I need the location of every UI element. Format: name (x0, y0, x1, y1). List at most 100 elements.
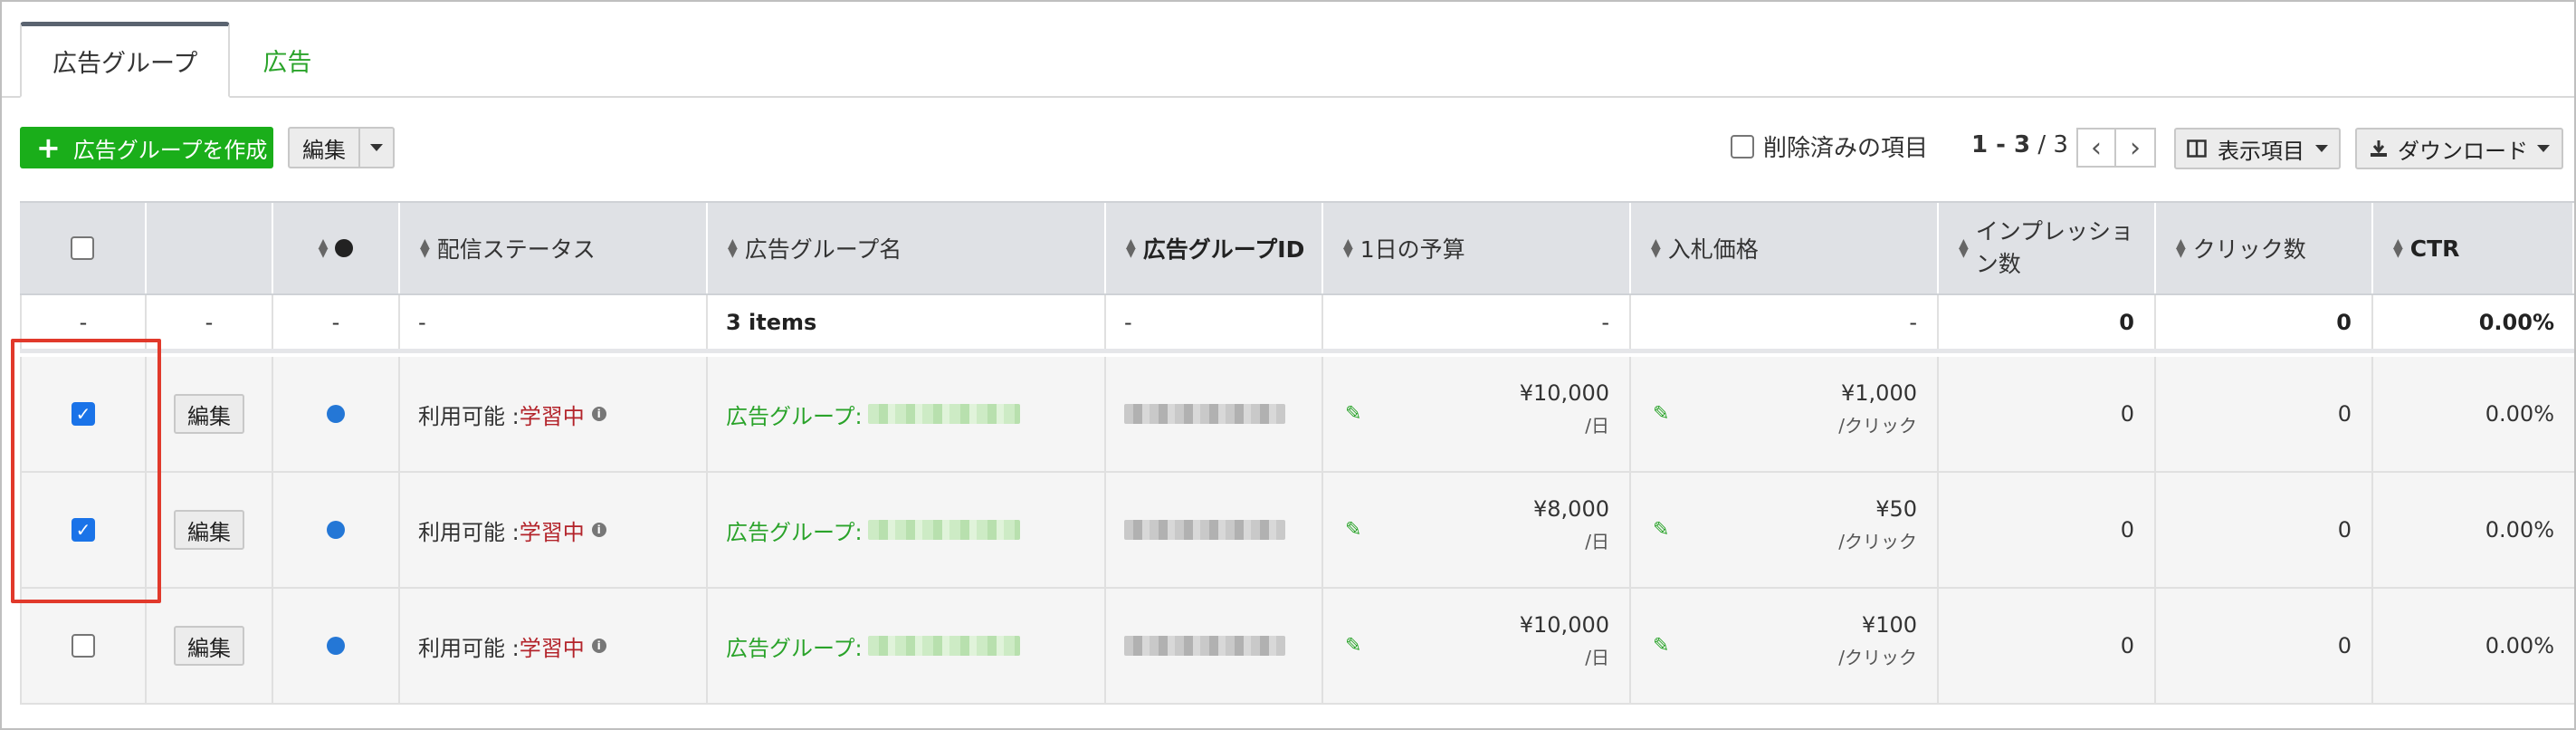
row-ad-group-id (1106, 589, 1323, 703)
pagination-summary: 1 - 3 / 3 (1971, 131, 2068, 158)
summary-cell: - (1631, 295, 1939, 349)
bulk-edit-button-group: 編集 (288, 127, 395, 168)
sort-icon: ▲ ▼ (1126, 236, 1136, 260)
columns-button[interactable]: 表示項目 (2174, 128, 2341, 169)
pagination-range: 1 - 3 (1971, 131, 2031, 158)
header-clicks[interactable]: ▲ ▼ クリック数 (2156, 203, 2373, 293)
status-dot-icon (327, 637, 345, 655)
show-deleted-toggle[interactable]: 削除済みの項目 (1731, 130, 1928, 163)
header-ad-group-id[interactable]: ▲ ▼ 広告グループID (1106, 203, 1323, 293)
summary-cell: - (20, 295, 147, 349)
prev-page-button[interactable]: ‹ (2076, 128, 2116, 168)
select-all-checkbox[interactable] (71, 236, 94, 260)
summary-item-count: 3 items (708, 295, 1106, 349)
app-frame: 広告グループ 広告 + 広告グループを作成 編集 削除済みの項目 1 - 3 /… (0, 0, 2576, 730)
next-page-button[interactable]: › (2116, 128, 2156, 168)
chevron-left-icon: ‹ (2091, 131, 2102, 164)
show-deleted-label: 削除済みの項目 (1763, 135, 1929, 162)
sort-icon: ▲ ▼ (318, 236, 329, 260)
ad-group-name-link[interactable]: 広告グループ: (726, 514, 863, 546)
row-select: ✓ (20, 357, 147, 471)
budget-value: ¥8,000 (1533, 496, 1609, 522)
row-checkbox-checked[interactable]: ✓ (72, 402, 95, 426)
header-delivery-status-label: 配信ステータス (436, 236, 596, 263)
download-button[interactable]: ダウンロード (2355, 128, 2563, 169)
chevron-right-icon: › (2130, 131, 2141, 164)
bulk-edit-button[interactable]: 編集 (288, 127, 360, 168)
row-ad-group-id (1106, 357, 1323, 471)
row-status-dot (273, 589, 400, 703)
header-status-dot[interactable]: ▲ ▼ (273, 203, 400, 293)
header-daily-budget[interactable]: ▲ ▼ 1日の予算 (1323, 203, 1631, 293)
budget-unit: /日 (1585, 415, 1609, 437)
ad-group-name-link[interactable]: 広告グループ: (726, 399, 863, 430)
bid-value: ¥1,000 (1841, 380, 1917, 406)
status-learning: 学習中 (519, 519, 585, 545)
ad-group-name-link[interactable]: 広告グループ: (726, 630, 863, 662)
row-edit-button[interactable]: 編集 (174, 626, 244, 666)
check-icon: ✓ (75, 519, 91, 541)
budget-value: ¥10,000 (1519, 380, 1609, 406)
show-deleted-checkbox[interactable] (1731, 134, 1754, 158)
row-impressions: 0 (1939, 473, 2156, 587)
header-bid-price[interactable]: ▲ ▼ 入札価格 (1631, 203, 1939, 293)
row-ctr: 0.00% (2485, 517, 2554, 543)
info-icon[interactable]: i (591, 523, 606, 537)
tab-ad-groups[interactable]: 広告グループ (20, 22, 231, 98)
info-icon[interactable]: i (591, 407, 606, 421)
pencil-icon[interactable]: ✎ (1653, 519, 1669, 542)
row-daily-budget: ✎ ¥10,000/日 (1323, 357, 1631, 471)
row-ad-group-name: 広告グループ: (708, 473, 1106, 587)
row-select (20, 589, 147, 703)
header-ad-group-name[interactable]: ▲ ▼ 広告グループ名 (708, 203, 1106, 293)
row-checkbox[interactable] (72, 634, 95, 658)
table-header-row: ▲ ▼ ▲ ▼ 配信ステータス ▲ ▼ 広告グループ名 ▲ ▼ 広告グループID ▲ ▼ … (20, 201, 2574, 295)
row-bid-price: ✎ ¥100/クリック (1631, 589, 1939, 703)
pagination-separator: / (2030, 131, 2054, 158)
status-dot-icon (327, 521, 345, 539)
row-impressions: 0 (1939, 589, 2156, 703)
header-ad-group-name-label: 広告グループ名 (744, 236, 902, 263)
tab-bar: 広告グループ 広告 (20, 22, 344, 98)
create-ad-group-button[interactable]: + 広告グループを作成 (20, 127, 273, 168)
pencil-icon[interactable]: ✎ (1345, 635, 1361, 658)
sort-icon: ▲ ▼ (1343, 236, 1353, 260)
row-edit-button[interactable]: 編集 (174, 510, 244, 550)
pencil-icon[interactable]: ✎ (1345, 403, 1361, 426)
summary-cell: - (1323, 295, 1631, 349)
row-bid-price: ✎ ¥50/クリック (1631, 473, 1939, 587)
row-delivery-status: 利用可能 : 学習中 i (400, 473, 708, 587)
summary-cell: - (273, 295, 400, 349)
create-ad-group-label: 広告グループを作成 (72, 137, 268, 163)
info-icon[interactable]: i (591, 639, 606, 653)
row-edit-button[interactable]: 編集 (174, 394, 244, 434)
status-available: 利用可能 : (418, 635, 520, 661)
header-impressions[interactable]: ▲ ▼ インプレッション数 (1939, 203, 2156, 293)
bid-unit: /クリック (1838, 647, 1917, 668)
bulk-edit-dropdown-toggle[interactable] (360, 127, 395, 168)
pencil-icon[interactable]: ✎ (1653, 403, 1669, 426)
header-ctr-label: CTR (2409, 235, 2460, 262)
tab-ads[interactable]: 広告 (230, 22, 344, 98)
bid-unit: /クリック (1838, 531, 1917, 552)
summary-cell: - (1106, 295, 1323, 349)
row-impressions: 0 (1939, 357, 2156, 471)
row-daily-budget: ✎ ¥8,000/日 (1323, 473, 1631, 587)
pencil-icon[interactable]: ✎ (1345, 519, 1361, 542)
tab-bar-divider (2, 96, 2574, 98)
header-ad-group-id-label: 広告グループID (1142, 236, 1305, 263)
download-label: ダウンロード (2398, 138, 2528, 164)
row-daily-budget: ✎ ¥10,000/日 (1323, 589, 1631, 703)
header-ctr[interactable]: ▲ ▼ CTR (2373, 203, 2574, 293)
header-delivery-status[interactable]: ▲ ▼ 配信ステータス (400, 203, 708, 293)
row-delivery-status: 利用可能 : 学習中 i (400, 357, 708, 471)
row-bid-price: ✎ ¥1,000/クリック (1631, 357, 1939, 471)
summary-cell: - (147, 295, 273, 349)
sort-icon: ▲ ▼ (1959, 236, 1969, 260)
pencil-icon[interactable]: ✎ (1653, 635, 1669, 658)
row-checkbox-checked[interactable]: ✓ (72, 518, 95, 542)
bid-value: ¥50 (1875, 496, 1917, 522)
caret-down-icon (370, 144, 383, 151)
row-actions: 編集 (147, 589, 273, 703)
row-actions: 編集 (147, 357, 273, 471)
